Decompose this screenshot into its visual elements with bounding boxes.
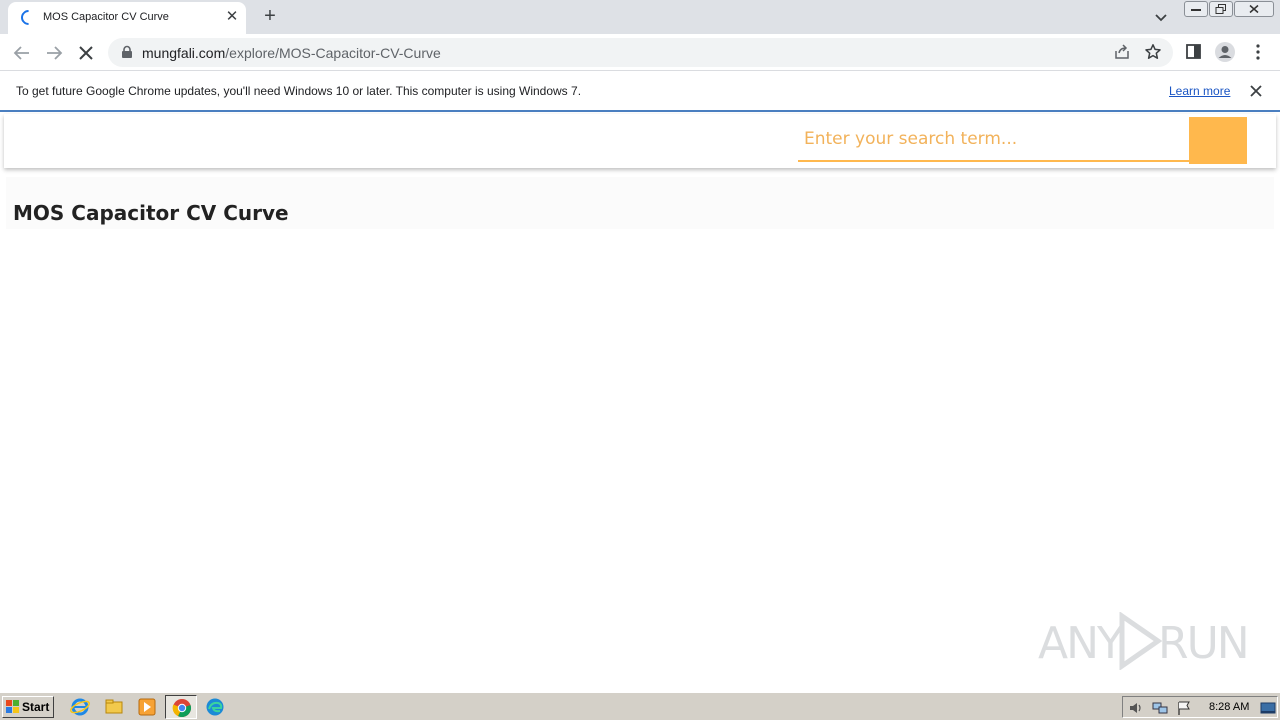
show-desktop-icon[interactable]: [1260, 700, 1276, 716]
restore-icon: [1215, 4, 1226, 14]
search-input[interactable]: [798, 117, 1190, 162]
loading-spinner-icon: [17, 6, 40, 29]
tab-search-chevron-down-icon[interactable]: [1151, 7, 1171, 27]
title-band: MOS Capacitor CV Curve: [6, 177, 1274, 229]
watermark-text-right: RUN: [1158, 618, 1250, 669]
page-title: MOS Capacitor CV Curve: [13, 201, 289, 225]
chrome-icon: [172, 699, 192, 718]
edge-icon[interactable]: [205, 697, 225, 717]
watermark-text-left: ANY: [1038, 618, 1124, 669]
internet-explorer-icon[interactable]: [70, 697, 90, 717]
close-icon: [1249, 4, 1259, 14]
stop-loading-icon[interactable]: [75, 42, 97, 64]
taskbar-chrome-active[interactable]: [165, 695, 197, 719]
bookmark-star-icon[interactable]: [1144, 43, 1162, 61]
taskbar-clock[interactable]: 8:28 AM: [1209, 701, 1249, 713]
start-button[interactable]: Start: [2, 696, 54, 718]
play-triangle-icon: [1119, 612, 1162, 670]
browser-toolbar: mungfali.com/explore/MOS-Capacitor-CV-Cu…: [0, 34, 1280, 71]
tab-strip: MOS Capacitor CV Curve ✕ +: [0, 0, 1280, 34]
learn-more-link[interactable]: Learn more: [1169, 84, 1230, 98]
infobar-close-icon[interactable]: [1248, 83, 1264, 99]
forward-arrow-icon[interactable]: [43, 42, 65, 64]
volume-speaker-icon[interactable]: [1128, 700, 1144, 716]
media-player-icon[interactable]: [137, 697, 157, 717]
back-arrow-icon[interactable]: [11, 42, 33, 64]
new-tab-icon[interactable]: +: [260, 5, 280, 27]
update-infobar: To get future Google Chrome updates, you…: [0, 72, 1280, 112]
kebab-menu-icon[interactable]: [1250, 42, 1266, 62]
network-icon[interactable]: [1152, 700, 1168, 716]
url-path: /explore/MOS-Capacitor-CV-Curve: [225, 45, 441, 61]
anyrun-watermark-logo: ANY RUN: [1038, 612, 1250, 672]
tab-close-icon[interactable]: ✕: [224, 8, 240, 26]
window-minimize-button[interactable]: [1184, 1, 1208, 17]
windows-logo-icon: [6, 700, 19, 713]
side-panel-icon[interactable]: [1184, 42, 1204, 62]
action-center-flag-icon[interactable]: [1176, 700, 1192, 716]
url-text[interactable]: mungfali.com/explore/MOS-Capacitor-CV-Cu…: [142, 45, 441, 61]
url-host: mungfali.com: [142, 45, 226, 61]
lock-icon[interactable]: [120, 45, 134, 59]
tab-active[interactable]: MOS Capacitor CV Curve ✕: [8, 2, 246, 34]
windows-taskbar: Start 8:28 AM: [0, 692, 1280, 720]
minimize-icon: [1191, 9, 1201, 11]
window-close-button[interactable]: [1234, 1, 1274, 17]
search-button[interactable]: [1189, 117, 1247, 164]
profile-avatar-icon[interactable]: [1214, 41, 1236, 63]
file-explorer-folder-icon[interactable]: [104, 697, 124, 717]
system-tray: 8:28 AM: [1122, 696, 1278, 718]
window-restore-button[interactable]: [1209, 1, 1233, 17]
screen: MOS Capacitor CV Curve ✕ + mungfali.com/…: [0, 0, 1280, 720]
start-label: Start: [22, 700, 50, 714]
address-bar[interactable]: mungfali.com/explore/MOS-Capacitor-CV-Cu…: [108, 38, 1173, 67]
site-header: [4, 114, 1276, 168]
share-icon[interactable]: [1113, 43, 1131, 61]
infobar-message: To get future Google Chrome updates, you…: [16, 84, 582, 98]
tab-title: MOS Capacitor CV Curve: [43, 11, 169, 23]
